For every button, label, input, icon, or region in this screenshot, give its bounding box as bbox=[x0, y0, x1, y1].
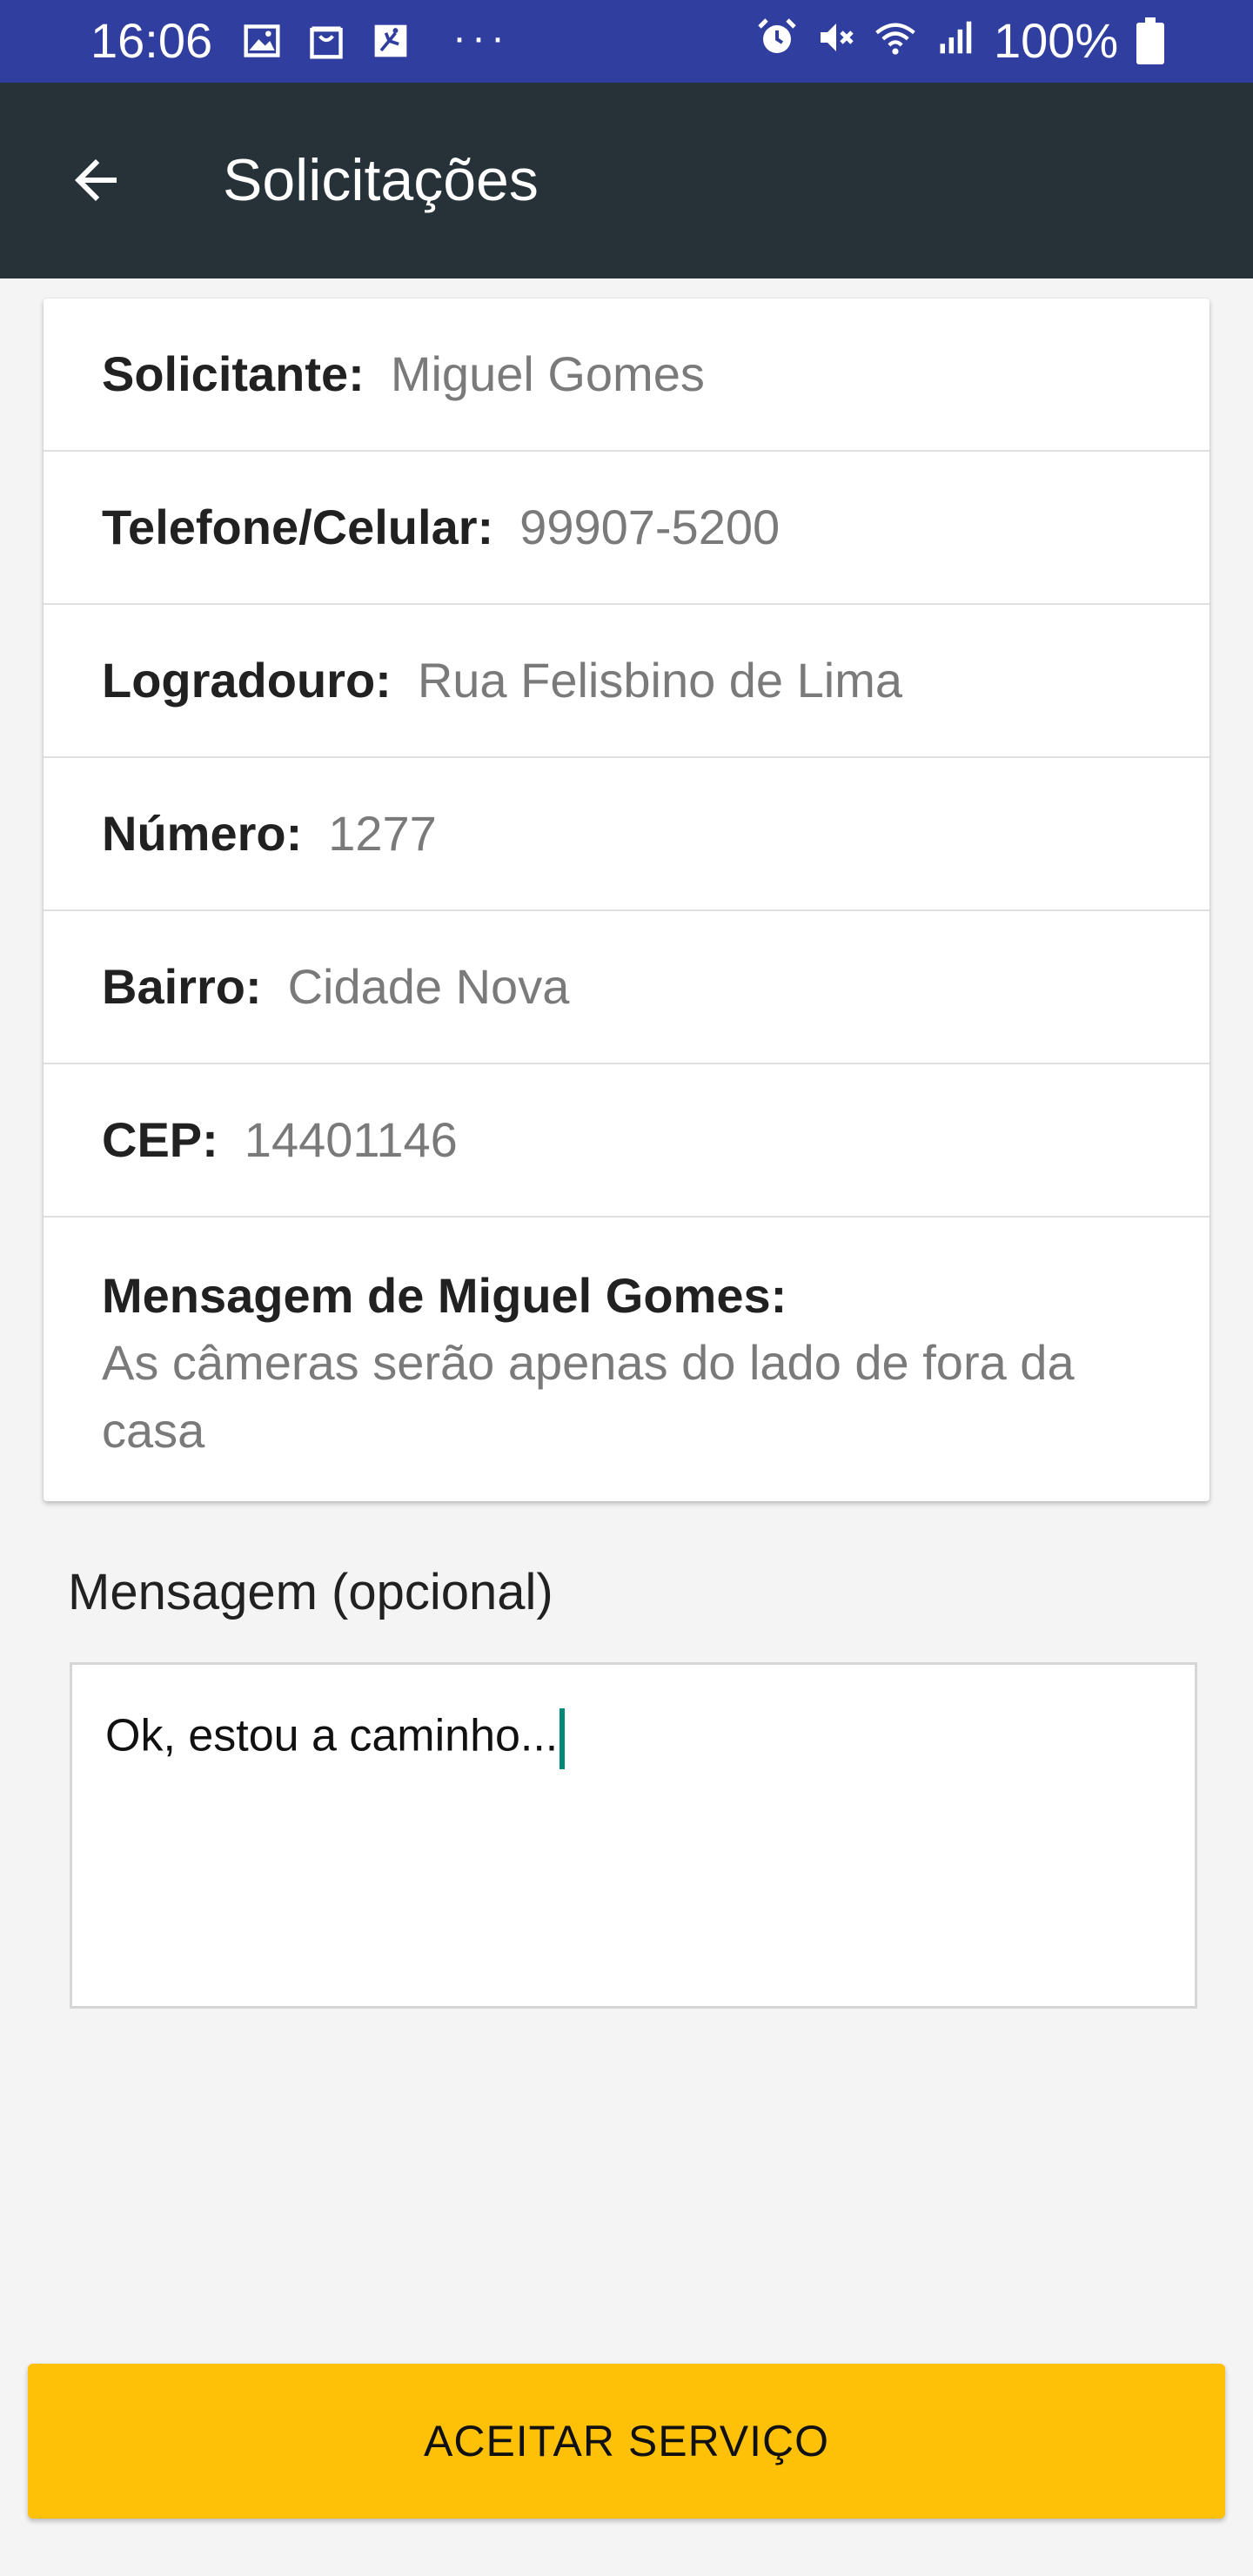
back-button[interactable] bbox=[52, 137, 139, 224]
requester-row: Solicitante: Miguel Gomes bbox=[44, 299, 1209, 452]
street-value: Rua Felisbino de Lima bbox=[417, 653, 903, 708]
page-title: Solicitações bbox=[223, 147, 539, 213]
notification-icons bbox=[240, 19, 412, 63]
phone-label: Telefone/Celular: bbox=[102, 500, 494, 554]
street-row: Logradouro: Rua Felisbino de Lima bbox=[44, 605, 1209, 758]
text-cursor bbox=[559, 1708, 566, 1769]
street-label: Logradouro: bbox=[102, 653, 392, 708]
number-value: 1277 bbox=[328, 806, 437, 861]
requester-message: Mensagem de Miguel Gomes: As câmeras ser… bbox=[44, 1218, 1209, 1465]
status-bar: 16:06 ··· 100% bbox=[0, 0, 1253, 83]
optional-message-value: Ok, estou a caminho... bbox=[105, 1710, 559, 1761]
phone-value: 99907-5200 bbox=[519, 500, 781, 554]
image-icon bbox=[240, 19, 284, 63]
district-label: Bairro: bbox=[102, 959, 262, 1014]
battery-icon bbox=[1136, 17, 1164, 64]
accept-service-button[interactable]: ACEITAR SERVIÇO bbox=[28, 2364, 1225, 2519]
zip-row: CEP: 14401146 bbox=[44, 1064, 1209, 1218]
app-bar: Solicitações bbox=[0, 83, 1253, 278]
wifi-icon bbox=[874, 16, 917, 59]
district-value: Cidade Nova bbox=[287, 959, 570, 1014]
requester-value: Miguel Gomes bbox=[390, 346, 705, 401]
requester-message-text: As câmeras serão apenas do lado de fora … bbox=[102, 1335, 1075, 1458]
battery-percentage: 100% bbox=[994, 13, 1119, 68]
request-details-card: Solicitante: Miguel Gomes Telefone/Celul… bbox=[44, 299, 1209, 1501]
zip-label: CEP: bbox=[102, 1112, 218, 1167]
app-icon bbox=[369, 19, 412, 63]
mute-icon bbox=[814, 16, 858, 59]
status-time: 16:06 bbox=[90, 13, 213, 68]
number-row: Número: 1277 bbox=[44, 758, 1209, 911]
requester-label: Solicitante: bbox=[102, 346, 365, 401]
optional-message-input[interactable]: Ok, estou a caminho... bbox=[70, 1662, 1197, 2009]
alarm-icon bbox=[755, 16, 799, 59]
optional-message-label: Mensagem (opcional) bbox=[68, 1564, 553, 1620]
requester-message-title: Mensagem de Miguel Gomes: bbox=[102, 1268, 787, 1323]
district-row: Bairro: Cidade Nova bbox=[44, 911, 1209, 1064]
arrow-back-icon bbox=[75, 159, 117, 201]
number-label: Número: bbox=[102, 806, 303, 861]
zip-value: 14401146 bbox=[244, 1112, 458, 1167]
phone-row[interactable]: Telefone/Celular: 99907-5200 bbox=[44, 452, 1209, 605]
signal-icon bbox=[933, 16, 976, 59]
screen: 16:06 ··· 100% Solicitações Solicitante:… bbox=[0, 0, 1253, 2576]
system-icons bbox=[755, 16, 976, 59]
bag-icon bbox=[305, 19, 348, 63]
more-notifications-indicator: ··· bbox=[452, 15, 510, 61]
